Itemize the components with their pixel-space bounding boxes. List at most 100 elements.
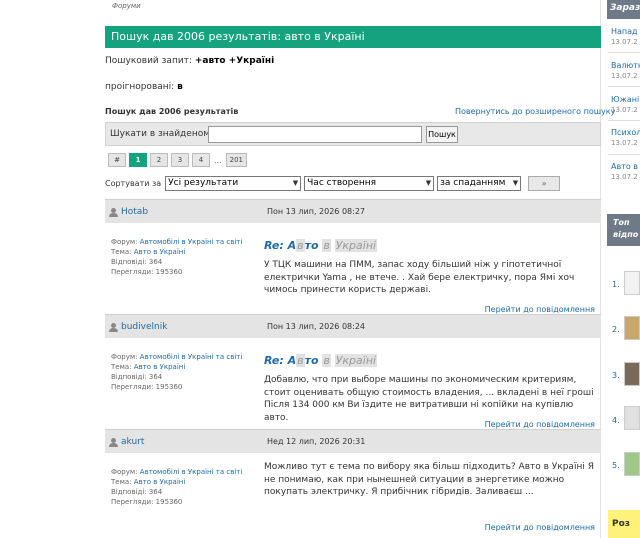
- sort-order-select[interactable]: за спаданням ▼: [437, 175, 522, 191]
- search-within-label: Шукати в знайденому:: [110, 129, 219, 139]
- avatar[interactable]: [624, 362, 640, 386]
- topic-label: Тема:: [111, 478, 132, 486]
- result-user[interactable]: akurt: [109, 437, 144, 447]
- sort-by-value: Час створення: [307, 178, 377, 188]
- result-body: Форум: Автомобілі в Україні та світі Тем…: [105, 223, 601, 315]
- divider: [608, 86, 640, 87]
- highlight: в: [322, 354, 331, 367]
- search-query: Пошуковий запит: +авто +Україні: [105, 56, 274, 66]
- sidebar-topic-date: 13.07.2: [611, 139, 638, 147]
- sidebar-topic[interactable]: Психол 13.07.2: [611, 128, 640, 148]
- result-header: budivelnik Пон 13 лип, 2026 08:24: [105, 314, 601, 338]
- result-date: Пон 13 лип, 2026 08:24: [267, 322, 365, 331]
- search-within-bar: Шукати в знайденому: Пошук: [105, 122, 601, 146]
- top-rank: 2.: [612, 325, 620, 334]
- top-rank: 5.: [612, 461, 620, 470]
- sidebar-topic-title[interactable]: Психол: [611, 128, 640, 138]
- page-2[interactable]: 2: [150, 153, 168, 167]
- sidebar-topic-title[interactable]: Южаніі: [611, 95, 640, 105]
- result-date: Пон 13 лип, 2026 08:27: [267, 207, 365, 216]
- search-within-button[interactable]: Пошук: [426, 126, 458, 143]
- breadcrumb[interactable]: Форуми: [112, 2, 141, 10]
- sidebar-topic[interactable]: Напад н 13.07.2: [611, 27, 640, 47]
- page-1[interactable]: 1: [129, 153, 147, 167]
- avatar[interactable]: [624, 452, 640, 476]
- post-title-part: Re: А: [264, 239, 297, 252]
- result-header: Hotab Пон 13 лип, 2026 08:27: [105, 199, 601, 223]
- sidebar-header: Зараз: [607, 0, 640, 19]
- sidebar-topic-title[interactable]: Авто в: [611, 162, 640, 172]
- highlight: в: [322, 239, 331, 252]
- sidebar-topic[interactable]: Валютн 13.07.2: [611, 61, 640, 81]
- views-count: Перегляди: 195360: [111, 498, 183, 506]
- divider: [608, 52, 640, 53]
- top-users-title: Топ: [613, 218, 630, 227]
- topic-link[interactable]: Авто в Україні: [134, 363, 186, 371]
- goto-post-link[interactable]: Перейти до повідомлення: [485, 420, 595, 429]
- forum-label: Форум:: [111, 468, 138, 476]
- result-body: Форум: Автомобілі в Україні та світі Тем…: [105, 453, 601, 538]
- post-title-part: то: [304, 354, 323, 367]
- replies-count: Відповіді: 364: [111, 373, 163, 381]
- forum-label: Форум:: [111, 238, 138, 246]
- post-title-link[interactable]: Re: Авто в Україні: [264, 354, 378, 367]
- sidebar-topic[interactable]: Южаніі 13.07.2: [611, 95, 640, 115]
- goto-post-link[interactable]: Перейти до повідомлення: [485, 523, 595, 532]
- sidebar-topic-date: 13.07.2: [611, 173, 638, 181]
- goto-post-link[interactable]: Перейти до повідомлення: [485, 305, 595, 314]
- filter-select[interactable]: Усі результати ▼: [165, 175, 302, 191]
- sidebar-promo[interactable]: Роз: [608, 510, 640, 538]
- top-rank: 3.: [612, 371, 620, 380]
- result-user[interactable]: budivelnik: [109, 322, 167, 332]
- forum-link[interactable]: Автомобілі в Україні та світі: [140, 238, 243, 246]
- topic-link[interactable]: Авто в Україні: [134, 478, 186, 486]
- sidebar-topic-date: 13.07.2: [611, 106, 638, 114]
- post-excerpt: Добавлю, что при выборе машины по эконом…: [264, 375, 594, 423]
- sort-order-value: за спаданням: [440, 178, 506, 188]
- sort-label: Сортувати за: [105, 178, 162, 188]
- results-count: Пошук дав 2006 результатів: [105, 107, 239, 116]
- replies-count: Відповіді: 364: [111, 258, 163, 266]
- result-body: Форум: Автомобілі в Україні та світі Тем…: [105, 338, 601, 430]
- result-username[interactable]: akurt: [121, 437, 144, 447]
- sort-by-select[interactable]: Час створення ▼: [304, 175, 435, 191]
- post-title-part: то: [304, 239, 323, 252]
- sidebar-topic-date: 13.07.2: [611, 38, 638, 46]
- sort-row: Сортувати за Усі результати ▼ Час створе…: [105, 175, 561, 191]
- top-rank: 1.: [612, 280, 620, 289]
- sort-go-button[interactable]: »: [528, 175, 561, 191]
- pagination: # 1 2 3 4 ... 201: [108, 153, 248, 167]
- sidebar-topic[interactable]: Авто в 13.07.2: [611, 162, 640, 182]
- page-last[interactable]: 201: [225, 153, 248, 167]
- page-3[interactable]: 3: [171, 153, 189, 167]
- sidebar-topic-title[interactable]: Валютн: [611, 61, 640, 71]
- topic-link[interactable]: Авто в Україні: [134, 248, 186, 256]
- result-username[interactable]: budivelnik: [121, 322, 167, 332]
- result-meta: Форум: Автомобілі в Україні та світі Тем…: [111, 467, 242, 507]
- ignored-words-value: в: [177, 82, 183, 92]
- pagination-jump[interactable]: #: [108, 153, 126, 167]
- page-4[interactable]: 4: [192, 153, 210, 167]
- forum-link[interactable]: Автомобілі в Україні та світі: [140, 353, 243, 361]
- search-query-value: +авто +Україні: [194, 56, 275, 66]
- sidebar-topic-title[interactable]: Напад н: [611, 27, 640, 37]
- replies-count: Відповіді: 364: [111, 488, 163, 496]
- post-title-link[interactable]: Re: Авто в Україні: [264, 239, 378, 252]
- result-user[interactable]: Hotab: [109, 207, 148, 217]
- search-result: Hotab Пон 13 лип, 2026 08:27 Форум: Авто…: [105, 199, 601, 315]
- search-result: budivelnik Пон 13 лип, 2026 08:24 Форум:…: [105, 314, 601, 430]
- user-icon: [109, 437, 118, 447]
- forum-link[interactable]: Автомобілі в Україні та світі: [140, 468, 243, 476]
- avatar[interactable]: [624, 316, 640, 340]
- result-username[interactable]: Hotab: [121, 207, 148, 217]
- result-date: Нед 12 лип, 2026 20:31: [267, 437, 366, 446]
- views-count: Перегляди: 195360: [111, 383, 183, 391]
- avatar[interactable]: [624, 271, 640, 295]
- avatar[interactable]: [624, 406, 640, 430]
- advanced-search-link[interactable]: Повернутись до розширеного пошуку: [455, 107, 615, 116]
- result-meta: Форум: Автомобілі в Україні та світі Тем…: [111, 352, 242, 392]
- highlight: Україні: [334, 239, 378, 252]
- search-within-input[interactable]: [208, 126, 422, 143]
- ignored-words: проігноровані: в: [105, 82, 183, 92]
- post-excerpt: У ТЦК машини на ПММ, запас ходу більший …: [264, 260, 575, 295]
